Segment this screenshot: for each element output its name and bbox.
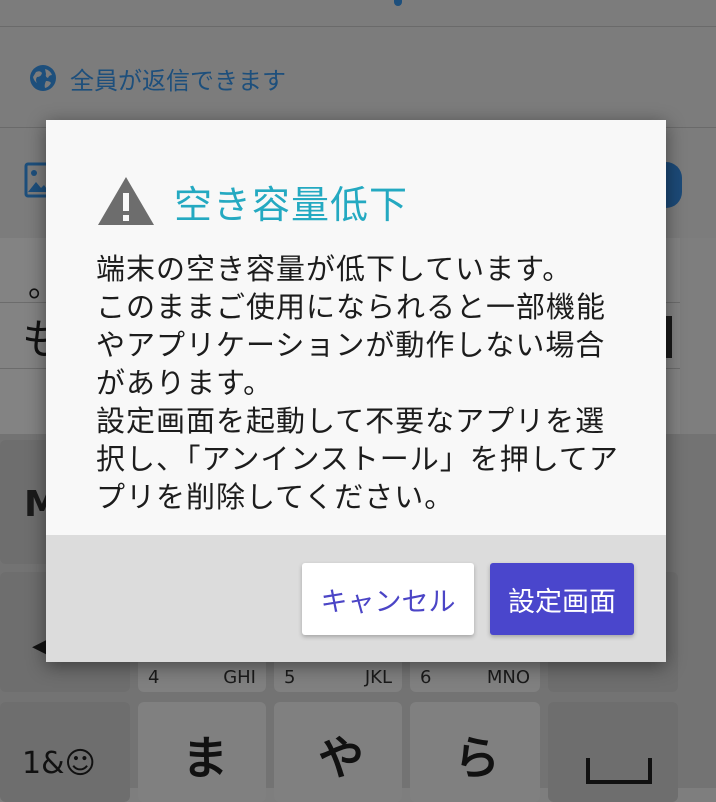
key-number: 4: [148, 667, 160, 688]
reply-setting[interactable]: 全員が返信できます: [28, 60, 286, 96]
kana-label: や: [318, 731, 364, 785]
space-icon: [586, 758, 652, 784]
key-letters: MNO: [486, 667, 530, 688]
key-ya[interactable]: や: [274, 702, 402, 802]
key-number: 5: [284, 667, 296, 688]
key-number: 6: [420, 667, 432, 688]
symbol-key[interactable]: 1&☺: [0, 702, 130, 802]
space-key[interactable]: [548, 702, 678, 802]
dialog-button-bar: キャンセル 設定画面: [46, 535, 666, 662]
divider: [0, 26, 716, 27]
key-letters: JKL: [364, 667, 392, 688]
text-cursor: [394, 0, 402, 6]
open-settings-button[interactable]: 設定画面: [490, 563, 634, 635]
cancel-button[interactable]: キャンセル: [302, 563, 474, 635]
kana-label: ま: [182, 731, 228, 785]
dialog-title: 空き容量低下: [174, 182, 409, 227]
dialog-header: 空き容量低下: [96, 174, 408, 228]
key-ma[interactable]: ま: [138, 702, 266, 802]
symbol-key-label: 1&☺: [22, 746, 96, 781]
globe-icon: [30, 65, 56, 91]
warning-icon: [98, 177, 154, 225]
dialog-message: 端末の空き容量が低下しています。 このままご使用になられると一部機能やアプリケー…: [96, 252, 619, 514]
kana-label: ら: [454, 731, 500, 785]
key-ra[interactable]: ら: [410, 702, 540, 802]
low-storage-dialog: 空き容量低下 端末の空き容量が低下しています。 このままご使用になられると一部機…: [46, 120, 666, 662]
key-letters: GHI: [223, 667, 256, 688]
reply-setting-label: 全員が返信できます: [70, 66, 286, 95]
